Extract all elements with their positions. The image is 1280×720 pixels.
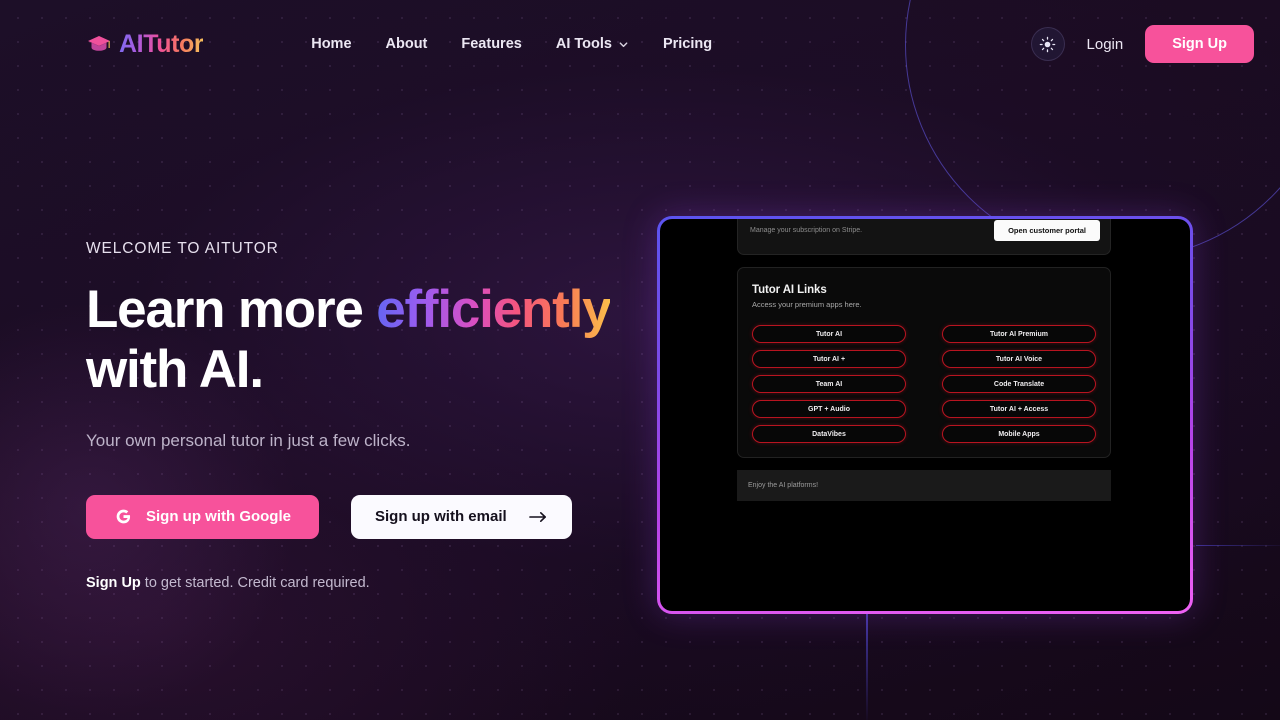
- email-button-label: Sign up with email: [374, 508, 507, 526]
- links-grid: Tutor AI Tutor AI Premium Tutor AI + Tut…: [752, 325, 1096, 443]
- logo-text: AITutor: [119, 29, 204, 58]
- link-pill-mobile-apps[interactable]: Mobile Apps: [942, 425, 1096, 443]
- app-screenshot: Manage your subscription on Stripe. Open…: [737, 219, 1111, 501]
- theme-toggle-button[interactable]: [1030, 27, 1065, 61]
- tutor-ai-links-card: Tutor AI Links Access your premium apps …: [737, 267, 1111, 458]
- chevron-down-icon: [618, 39, 629, 50]
- hero-eyebrow: WELCOME TO AITUTOR: [86, 240, 279, 257]
- nav-label: Pricing: [662, 36, 713, 52]
- link-pill-gpt-audio[interactable]: GPT + Audio: [752, 400, 906, 418]
- signup-note-link[interactable]: Sign Up: [86, 575, 141, 591]
- hero-cta-group: Sign up with Google Sign up with email: [86, 494, 646, 539]
- open-customer-portal-button[interactable]: Open customer portal: [994, 219, 1100, 241]
- nav-label: Home: [311, 36, 352, 52]
- nav-item-about[interactable]: About: [386, 36, 428, 52]
- stripe-subscription-bar: Manage your subscription on Stripe. Open…: [737, 219, 1111, 255]
- arrow-right-icon: [528, 510, 548, 524]
- nav-item-home[interactable]: Home: [311, 36, 351, 52]
- hero-subtitle: Your own personal tutor in just a few cl…: [86, 430, 411, 450]
- signup-note-rest: to get started. Credit card required.: [140, 574, 370, 591]
- headline-highlight: efficiently: [376, 280, 611, 339]
- link-pill-tutor-ai-voice[interactable]: Tutor AI Voice: [942, 350, 1096, 368]
- headline-part-two: with AI.: [86, 340, 264, 400]
- app-preview-frame: Manage your subscription on Stripe. Open…: [657, 216, 1193, 614]
- nav-label: AI Tools: [555, 36, 612, 52]
- link-pill-tutor-ai[interactable]: Tutor AI: [752, 325, 906, 343]
- preview-footer-text: Enjoy the AI platforms!: [748, 482, 819, 489]
- google-g-icon: [114, 507, 133, 526]
- signup-note: Sign Up to get started. Credit card requ…: [86, 575, 646, 591]
- nav-item-pricing[interactable]: Pricing: [663, 36, 712, 52]
- signup-with-email-button[interactable]: Sign up with email: [350, 494, 572, 539]
- nav-item-ai-tools[interactable]: AI Tools: [556, 36, 629, 52]
- page-title: Learn more efficiently with AI.: [86, 280, 646, 401]
- decorative-vertical-line: [866, 612, 868, 720]
- links-card-title: Tutor AI Links: [752, 284, 827, 296]
- preview-footer-bar: Enjoy the AI platforms!: [737, 470, 1111, 501]
- main-navigation: Home About Features AI Tools Pricing: [311, 36, 712, 52]
- link-pill-tutor-ai-premium[interactable]: Tutor AI Premium: [942, 325, 1096, 343]
- link-pill-tutor-ai-access[interactable]: Tutor AI + Access: [942, 400, 1096, 418]
- google-button-label: Sign up with Google: [146, 508, 291, 526]
- link-pill-datavibes[interactable]: DataVibes: [752, 425, 906, 443]
- nav-item-features[interactable]: Features: [461, 36, 521, 52]
- nav-label: Features: [461, 36, 522, 52]
- links-card-subtitle: Access your premium apps here.: [752, 300, 862, 309]
- app-preview-screen: Manage your subscription on Stripe. Open…: [660, 219, 1190, 611]
- hero-copy: WELCOME TO AITUTOR Learn more efficientl…: [86, 88, 646, 591]
- sun-icon: [1039, 36, 1056, 53]
- link-pill-tutor-ai-plus[interactable]: Tutor AI +: [752, 350, 906, 368]
- header-actions: Login Sign Up: [1030, 25, 1254, 63]
- signup-button[interactable]: Sign Up: [1145, 25, 1254, 63]
- nav-label: About: [385, 36, 428, 52]
- link-pill-code-translate[interactable]: Code Translate: [942, 375, 1096, 393]
- signup-with-google-button[interactable]: Sign up with Google: [86, 494, 319, 539]
- landing-page: AITutor Home About Features AI Tools Pri…: [0, 0, 1280, 720]
- graduation-cap-icon: [86, 31, 112, 57]
- link-pill-team-ai[interactable]: Team AI: [752, 375, 906, 393]
- headline-part-one: Learn more: [86, 280, 377, 339]
- logo[interactable]: AITutor: [86, 29, 204, 59]
- login-link[interactable]: Login: [1087, 36, 1124, 53]
- site-header: AITutor Home About Features AI Tools Pri…: [0, 0, 1280, 88]
- stripe-subscription-text: Manage your subscription on Stripe.: [750, 226, 863, 234]
